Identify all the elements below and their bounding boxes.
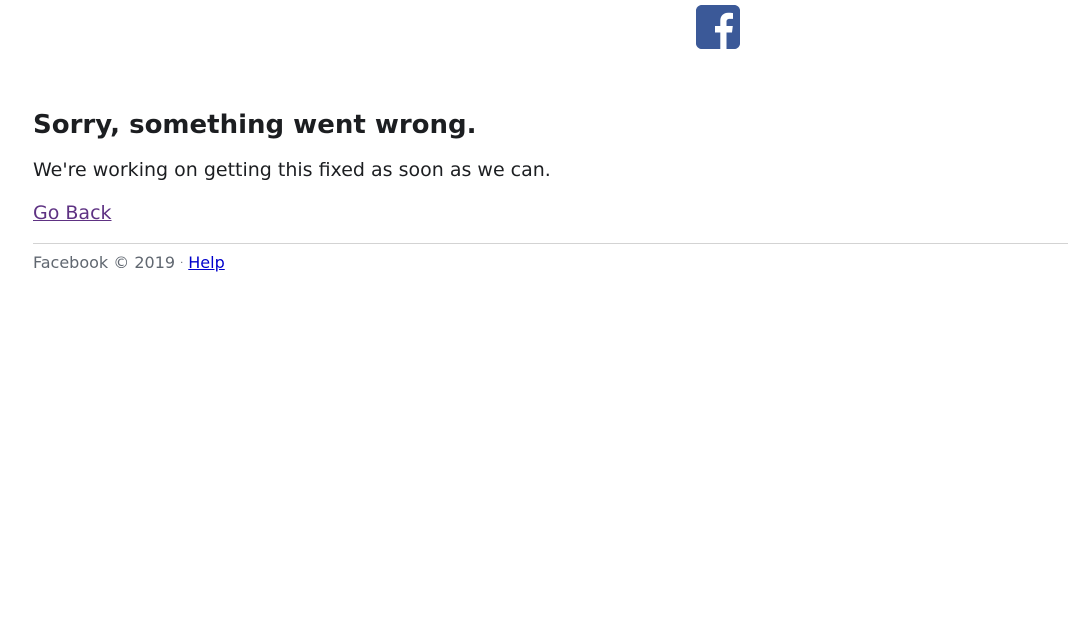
error-message: We're working on getting this fixed as s… <box>33 159 551 181</box>
go-back-link[interactable]: Go Back <box>33 201 112 225</box>
facebook-logo-icon[interactable] <box>696 5 740 49</box>
error-container: Sorry, something went wrong. We're worki… <box>33 109 1068 275</box>
divider <box>33 243 1068 244</box>
footer-separator: · <box>180 258 184 269</box>
footer: Facebook © 2019 · Help <box>33 252 1068 275</box>
help-link[interactable]: Help <box>188 253 224 272</box>
error-title: Sorry, something went wrong. <box>33 110 477 140</box>
facebook-f-glyph <box>696 5 740 49</box>
copyright-text: Facebook © 2019 <box>33 253 176 272</box>
